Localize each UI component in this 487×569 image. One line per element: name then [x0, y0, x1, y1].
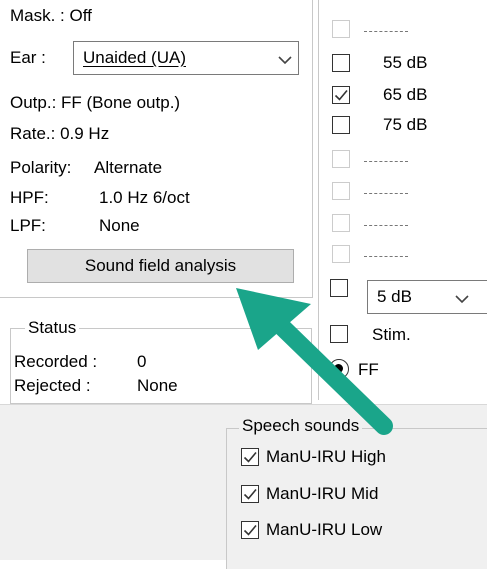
annotation-arrow-icon	[236, 288, 393, 435]
